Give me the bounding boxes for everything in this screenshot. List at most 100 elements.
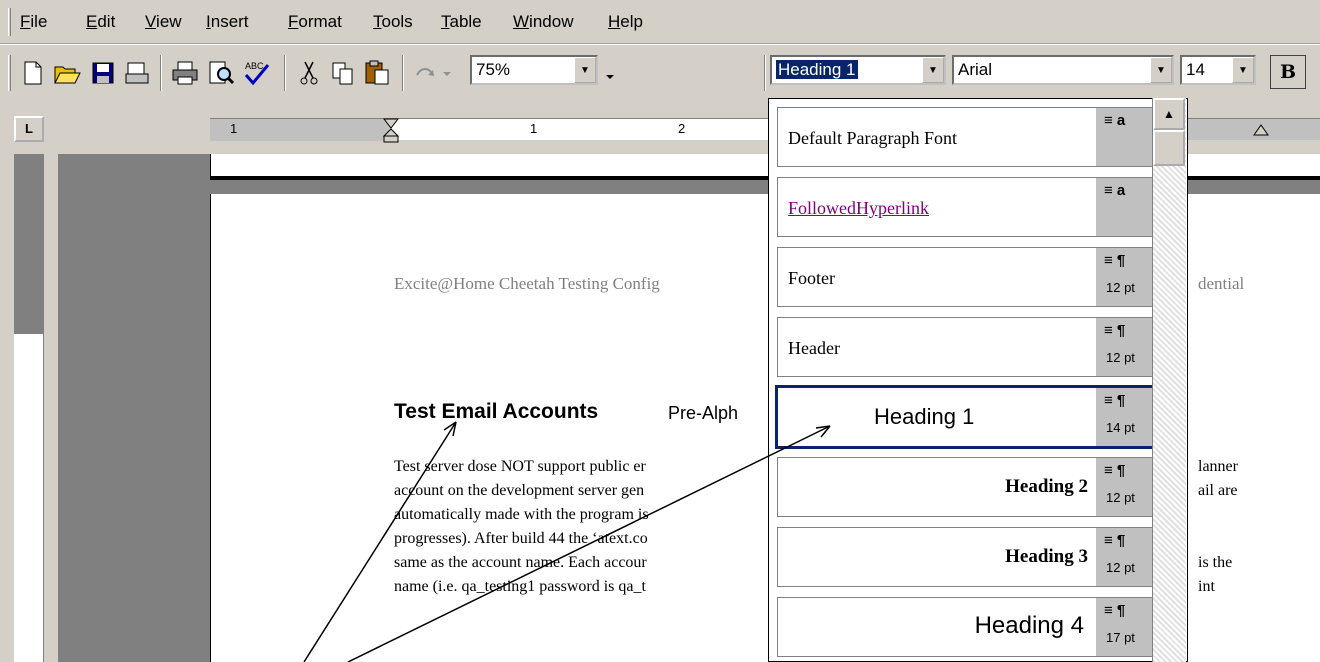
horizontal-ruler[interactable]: 1 1 2: [210, 117, 770, 143]
spelling-icon[interactable]: ABC: [242, 57, 272, 89]
style-info: ≡ ¶ 12 pt: [1096, 318, 1156, 376]
new-document-icon[interactable]: [18, 57, 48, 89]
ruler-mark: 2: [678, 121, 686, 136]
zoom-combo[interactable]: 75% ▼: [470, 55, 598, 85]
right-indent-marker-icon[interactable]: [1252, 123, 1270, 139]
font-combo[interactable]: Arial ▼: [952, 55, 1174, 85]
scrollbar-thumb[interactable]: [1153, 130, 1185, 166]
redo-icon[interactable]: [412, 57, 458, 89]
style-info: ≡ a: [1096, 108, 1156, 166]
toolbar-separator: [284, 55, 286, 91]
style-item-heading-1[interactable]: Heading 1 ≡ ¶ 14 pt: [775, 385, 1159, 449]
body-line[interactable]: progresses). After build 44 the ‘atext.c…: [394, 530, 648, 548]
scroll-up-icon[interactable]: ▲: [1153, 98, 1185, 130]
menu-view[interactable]: View: [145, 12, 182, 32]
page-header-left: Excite@Home Cheetah Testing Config: [394, 274, 660, 293]
svg-text:ABC: ABC: [245, 61, 264, 71]
style-item-header[interactable]: Header ≡ ¶ 12 pt: [777, 317, 1157, 377]
style-info: ≡ ¶ 12 pt: [1096, 248, 1156, 306]
toolbar-separator: [764, 55, 766, 91]
style-item-heading-3[interactable]: Heading 3 ≡ ¶ 12 pt: [777, 527, 1157, 587]
cut-icon[interactable]: [294, 57, 324, 89]
style-type-icon: ≡ ¶: [1104, 392, 1126, 409]
style-item-label: Heading 2: [1005, 476, 1088, 497]
body-line[interactable]: Test server dose NOT support public er: [394, 458, 646, 476]
menu-edit[interactable]: Edit: [86, 12, 115, 32]
menu-help[interactable]: Help: [608, 12, 643, 32]
style-item-default-paragraph-font[interactable]: Default Paragraph Font ≡ a: [777, 107, 1157, 167]
style-type-icon: ≡ ¶: [1104, 602, 1126, 619]
toolbar-separator: [160, 55, 162, 91]
style-item-label: FollowedHyperlink: [788, 198, 929, 218]
style-info: ≡ ¶ 12 pt: [1096, 528, 1156, 586]
chevron-down-icon[interactable]: ▼: [574, 57, 596, 83]
open-folder-icon[interactable]: [52, 57, 82, 89]
body-line-right[interactable]: is the: [1198, 554, 1232, 572]
font-value: Arial: [958, 60, 993, 79]
style-item-heading-2[interactable]: Heading 2 ≡ ¶ 12 pt: [777, 457, 1157, 517]
menu-bar: File Edit View Insert Format Tools Table…: [0, 0, 1320, 44]
print-preview-icon[interactable]: [206, 57, 236, 89]
horizontal-ruler-right[interactable]: [1188, 118, 1320, 140]
style-combo[interactable]: Heading 1 ▼: [770, 55, 946, 85]
style-size: 17 pt: [1106, 630, 1135, 645]
style-item-footer[interactable]: Footer ≡ ¶ 12 pt: [777, 247, 1157, 307]
document-heading[interactable]: Test Email Accounts: [394, 400, 598, 424]
vertical-ruler[interactable]: [14, 154, 44, 662]
style-item-label: Heading 3: [1005, 546, 1088, 567]
bold-button[interactable]: B: [1270, 55, 1306, 89]
style-size: 14 pt: [1106, 420, 1135, 435]
toolbar-grip[interactable]: [8, 55, 11, 91]
style-item-heading-4[interactable]: Heading 4 ≡ ¶ 17 pt: [777, 597, 1157, 657]
style-type-icon: ≡ ¶: [1104, 532, 1126, 549]
menu-format[interactable]: Format: [288, 12, 342, 32]
ruler-mark: 1: [230, 121, 238, 136]
style-type-icon: ≡ a: [1104, 112, 1126, 129]
font-size-value: 14: [1186, 60, 1205, 79]
chevron-down-icon[interactable]: ▼: [922, 57, 944, 83]
copy-icon[interactable]: [328, 57, 358, 89]
menu-insert[interactable]: Insert: [206, 12, 249, 32]
body-line[interactable]: automatically made with the program is: [394, 506, 649, 524]
style-type-icon: ≡ ¶: [1104, 322, 1126, 339]
body-line[interactable]: same as the account name. Each accour: [394, 554, 647, 572]
dropdown-scrollbar[interactable]: ▲: [1152, 98, 1186, 662]
style-size: 12 pt: [1106, 490, 1135, 505]
save-icon[interactable]: [88, 57, 118, 89]
menu-window[interactable]: Window: [513, 12, 573, 32]
style-item-label: Heading 4: [974, 612, 1084, 639]
menu-tools[interactable]: Tools: [373, 12, 413, 32]
style-info: ≡ ¶ 17 pt: [1096, 598, 1156, 656]
style-size: 12 pt: [1106, 560, 1135, 575]
style-size: 12 pt: [1106, 350, 1135, 365]
body-line-right[interactable]: lanner: [1198, 458, 1238, 476]
style-type-icon: ≡ ¶: [1104, 252, 1126, 269]
paste-icon[interactable]: [362, 57, 392, 89]
style-dropdown-list[interactable]: Default Paragraph Font ≡ a FollowedHyper…: [768, 98, 1188, 662]
zoom-value: 75%: [476, 60, 511, 79]
font-size-combo[interactable]: 14 ▼: [1180, 55, 1256, 85]
body-line-right[interactable]: ail are: [1198, 482, 1238, 500]
body-line-right[interactable]: int: [1198, 578, 1215, 596]
style-type-icon: ≡ ¶: [1104, 462, 1126, 479]
chevron-down-icon[interactable]: ▼: [1232, 57, 1254, 83]
style-item-followed-hyperlink[interactable]: FollowedHyperlink ≡ a: [777, 177, 1157, 237]
menu-table[interactable]: Table: [441, 12, 482, 32]
style-type-icon: ≡ a: [1104, 182, 1126, 199]
tab-selector-icon[interactable]: L: [14, 116, 44, 142]
menu-file[interactable]: File: [20, 12, 47, 32]
style-item-label: Heading 1: [874, 404, 975, 429]
toolbar-options-icon[interactable]: [600, 57, 620, 89]
style-value: Heading 1: [776, 60, 858, 79]
document-heading-suffix[interactable]: Pre-Alph: [668, 403, 738, 424]
menu-grip[interactable]: [8, 8, 11, 36]
page-header-right: dential: [1198, 274, 1245, 293]
body-line[interactable]: name (i.e. qa_testing1 password is qa_t: [394, 578, 646, 596]
email-icon[interactable]: [122, 57, 152, 89]
style-info: ≡ ¶ 14 pt: [1096, 388, 1156, 446]
body-line[interactable]: account on the development server gen: [394, 482, 644, 500]
chevron-down-icon[interactable]: ▼: [1150, 57, 1172, 83]
vertical-ruler-margin: [14, 154, 44, 334]
print-icon[interactable]: [170, 57, 200, 89]
indent-marker-icon[interactable]: [382, 117, 400, 143]
